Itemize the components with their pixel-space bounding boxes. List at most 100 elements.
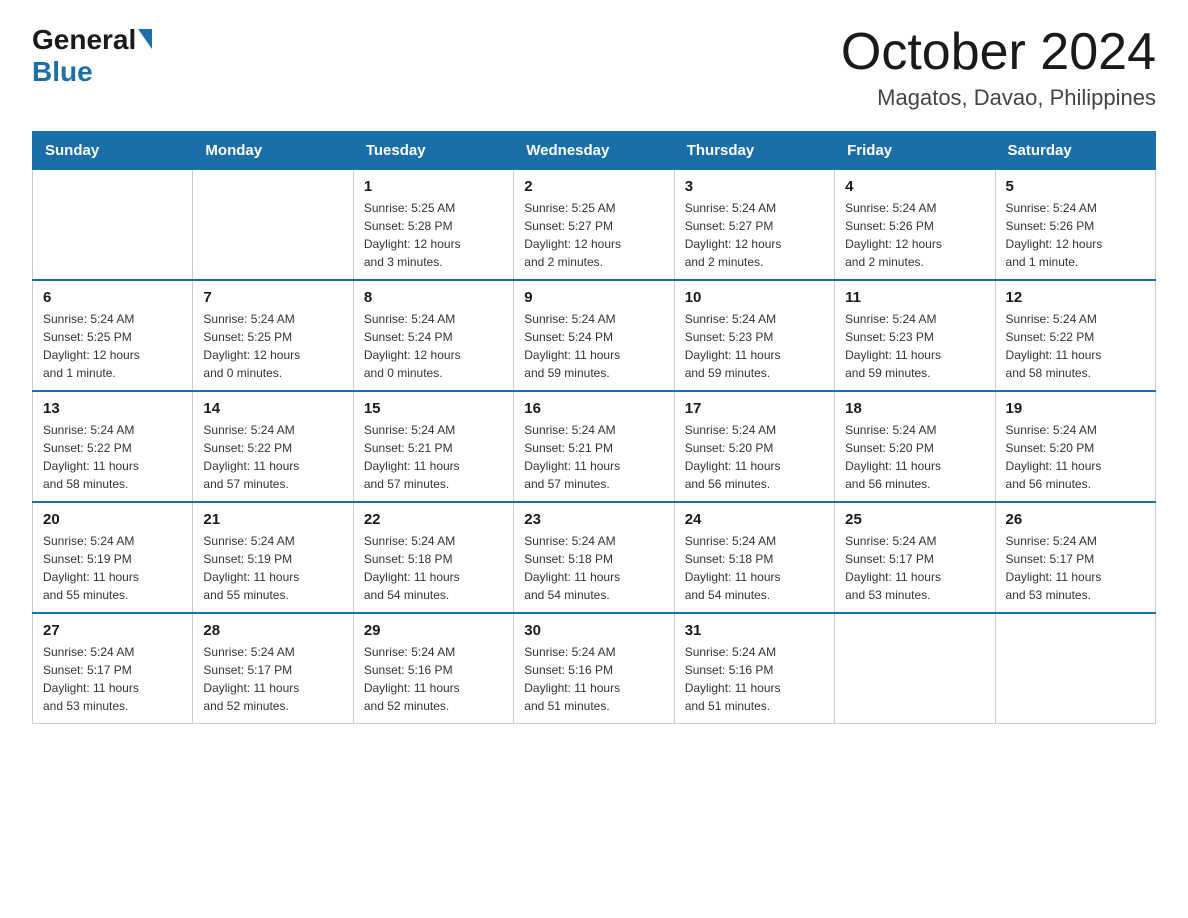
calendar-cell: 17Sunrise: 5:24 AM Sunset: 5:20 PM Dayli… bbox=[674, 391, 834, 502]
day-info: Sunrise: 5:24 AM Sunset: 5:16 PM Dayligh… bbox=[685, 643, 824, 715]
day-info: Sunrise: 5:24 AM Sunset: 5:17 PM Dayligh… bbox=[1006, 532, 1145, 604]
day-number: 9 bbox=[524, 289, 663, 306]
calendar-cell: 24 Sunrise: 5:24 AM Sunset: 5:18 PM Dayli… bbox=[674, 502, 834, 613]
logo-triangle-icon bbox=[138, 29, 152, 49]
day-info: Sunrise: 5:25 AM Sunset: 5:28 PM Dayligh… bbox=[364, 199, 503, 271]
day-info: Sunrise: 5:24 AM Sunset: 5:18 PM Dayligh… bbox=[364, 532, 503, 604]
day-number: 13 bbox=[43, 400, 182, 417]
day-number: 11 bbox=[845, 289, 984, 306]
day-info: Sunrise: 5:24 AM Sunset: 5:22 PM Dayligh… bbox=[43, 421, 182, 493]
day-info: Sunrise: 5:24 AM Sunset: 5:24 PM Dayligh… bbox=[364, 310, 503, 382]
calendar-cell: 3 Sunrise: 5:24 AM Sunset: 5:27 PM Daylig… bbox=[674, 170, 834, 281]
col-header-thursday: Thursday bbox=[674, 132, 834, 170]
calendar-cell: 23Sunrise: 5:24 AM Sunset: 5:18 PM Dayli… bbox=[514, 502, 674, 613]
day-number: 15 bbox=[364, 400, 503, 417]
calendar-cell: 5Sunrise: 5:24 AM Sunset: 5:26 PM Daylig… bbox=[995, 170, 1155, 281]
day-number: 8 bbox=[364, 289, 503, 306]
col-header-saturday: Saturday bbox=[995, 132, 1155, 170]
day-info: Sunrise: 5:24 AM Sunset: 5:22 PM Dayligh… bbox=[1006, 310, 1145, 382]
day-number: 24 bbox=[685, 511, 824, 528]
calendar-cell: 28 Sunrise: 5:24 AM Sunset: 5:17 PM Dayli… bbox=[193, 613, 353, 724]
day-number: 31 bbox=[685, 622, 824, 639]
calendar-week-row: 27 Sunrise: 5:24 AM Sunset: 5:17 PM Dayli… bbox=[33, 613, 1156, 724]
day-number: 12 bbox=[1006, 289, 1145, 306]
calendar-cell: 15Sunrise: 5:24 AM Sunset: 5:21 PM Dayli… bbox=[353, 391, 513, 502]
header: General Blue October 2024 Magatos, Davao… bbox=[32, 24, 1156, 111]
calendar-cell: 7 Sunrise: 5:24 AM Sunset: 5:25 PM Daylig… bbox=[193, 280, 353, 391]
logo: General Blue bbox=[32, 24, 152, 88]
day-number: 14 bbox=[203, 400, 342, 417]
day-number: 20 bbox=[43, 511, 182, 528]
day-info: Sunrise: 5:24 AM Sunset: 5:18 PM Dayligh… bbox=[685, 532, 824, 604]
calendar-cell: 16 Sunrise: 5:24 AM Sunset: 5:21 PM Dayli… bbox=[514, 391, 674, 502]
day-number: 26 bbox=[1006, 511, 1145, 528]
calendar-cell: 11 Sunrise: 5:24 AM Sunset: 5:23 PM Dayli… bbox=[835, 280, 995, 391]
calendar-cell: 29Sunrise: 5:24 AM Sunset: 5:16 PM Dayli… bbox=[353, 613, 513, 724]
calendar-header-row: SundayMondayTuesdayWednesdayThursdayFrid… bbox=[33, 132, 1156, 170]
day-number: 10 bbox=[685, 289, 824, 306]
day-number: 7 bbox=[203, 289, 342, 306]
day-info: Sunrise: 5:24 AM Sunset: 5:20 PM Dayligh… bbox=[685, 421, 824, 493]
calendar-cell: 26 Sunrise: 5:24 AM Sunset: 5:17 PM Dayli… bbox=[995, 502, 1155, 613]
col-header-wednesday: Wednesday bbox=[514, 132, 674, 170]
day-number: 18 bbox=[845, 400, 984, 417]
day-info: Sunrise: 5:24 AM Sunset: 5:21 PM Dayligh… bbox=[524, 421, 663, 493]
day-info: Sunrise: 5:25 AM Sunset: 5:27 PM Dayligh… bbox=[524, 199, 663, 271]
calendar-cell: 1 Sunrise: 5:25 AM Sunset: 5:28 PM Daylig… bbox=[353, 170, 513, 281]
calendar-cell: 22 Sunrise: 5:24 AM Sunset: 5:18 PM Dayli… bbox=[353, 502, 513, 613]
calendar-cell: 8 Sunrise: 5:24 AM Sunset: 5:24 PM Daylig… bbox=[353, 280, 513, 391]
day-number: 5 bbox=[1006, 178, 1145, 195]
day-number: 21 bbox=[203, 511, 342, 528]
calendar-cell: 31 Sunrise: 5:24 AM Sunset: 5:16 PM Dayli… bbox=[674, 613, 834, 724]
day-number: 25 bbox=[845, 511, 984, 528]
title-area: October 2024 Magatos, Davao, Philippines bbox=[841, 24, 1156, 111]
day-info: Sunrise: 5:24 AM Sunset: 5:19 PM Dayligh… bbox=[43, 532, 182, 604]
day-number: 2 bbox=[524, 178, 663, 195]
day-info: Sunrise: 5:24 AM Sunset: 5:27 PM Dayligh… bbox=[685, 199, 824, 271]
calendar-cell: 10 Sunrise: 5:24 AM Sunset: 5:23 PM Dayli… bbox=[674, 280, 834, 391]
calendar-cell: 20 Sunrise: 5:24 AM Sunset: 5:19 PM Dayli… bbox=[33, 502, 193, 613]
calendar-cell: 27 Sunrise: 5:24 AM Sunset: 5:17 PM Dayli… bbox=[33, 613, 193, 724]
calendar-cell: 12 Sunrise: 5:24 AM Sunset: 5:22 PM Dayli… bbox=[995, 280, 1155, 391]
day-info: Sunrise: 5:24 AM Sunset: 5:18 PM Dayligh… bbox=[524, 532, 663, 604]
day-number: 27 bbox=[43, 622, 182, 639]
calendar-week-row: 20 Sunrise: 5:24 AM Sunset: 5:19 PM Dayli… bbox=[33, 502, 1156, 613]
day-info: Sunrise: 5:24 AM Sunset: 5:16 PM Dayligh… bbox=[524, 643, 663, 715]
day-number: 3 bbox=[685, 178, 824, 195]
calendar-week-row: 13 Sunrise: 5:24 AM Sunset: 5:22 PM Dayli… bbox=[33, 391, 1156, 502]
day-number: 28 bbox=[203, 622, 342, 639]
day-info: Sunrise: 5:24 AM Sunset: 5:24 PM Dayligh… bbox=[524, 310, 663, 382]
calendar-cell bbox=[193, 170, 353, 281]
day-info: Sunrise: 5:24 AM Sunset: 5:20 PM Dayligh… bbox=[1006, 421, 1145, 493]
day-info: Sunrise: 5:24 AM Sunset: 5:17 PM Dayligh… bbox=[203, 643, 342, 715]
day-number: 16 bbox=[524, 400, 663, 417]
calendar-cell: 21Sunrise: 5:24 AM Sunset: 5:19 PM Dayli… bbox=[193, 502, 353, 613]
calendar-cell: 19Sunrise: 5:24 AM Sunset: 5:20 PM Dayli… bbox=[995, 391, 1155, 502]
main-title: October 2024 bbox=[841, 24, 1156, 81]
calendar-cell bbox=[995, 613, 1155, 724]
calendar-table: SundayMondayTuesdayWednesdayThursdayFrid… bbox=[32, 131, 1156, 724]
logo-general-text: General bbox=[32, 24, 136, 56]
logo-blue-text: Blue bbox=[32, 56, 93, 88]
col-header-tuesday: Tuesday bbox=[353, 132, 513, 170]
day-number: 22 bbox=[364, 511, 503, 528]
day-info: Sunrise: 5:24 AM Sunset: 5:20 PM Dayligh… bbox=[845, 421, 984, 493]
day-info: Sunrise: 5:24 AM Sunset: 5:23 PM Dayligh… bbox=[685, 310, 824, 382]
calendar-cell: 25Sunrise: 5:24 AM Sunset: 5:17 PM Dayli… bbox=[835, 502, 995, 613]
calendar-cell bbox=[33, 170, 193, 281]
calendar-cell: 9 Sunrise: 5:24 AM Sunset: 5:24 PM Daylig… bbox=[514, 280, 674, 391]
calendar-cell: 30 Sunrise: 5:24 AM Sunset: 5:16 PM Dayli… bbox=[514, 613, 674, 724]
day-number: 1 bbox=[364, 178, 503, 195]
day-number: 30 bbox=[524, 622, 663, 639]
day-info: Sunrise: 5:24 AM Sunset: 5:23 PM Dayligh… bbox=[845, 310, 984, 382]
day-info: Sunrise: 5:24 AM Sunset: 5:25 PM Dayligh… bbox=[203, 310, 342, 382]
day-number: 29 bbox=[364, 622, 503, 639]
subtitle: Magatos, Davao, Philippines bbox=[841, 85, 1156, 111]
col-header-friday: Friday bbox=[835, 132, 995, 170]
calendar-cell: 14 Sunrise: 5:24 AM Sunset: 5:22 PM Dayli… bbox=[193, 391, 353, 502]
day-info: Sunrise: 5:24 AM Sunset: 5:22 PM Dayligh… bbox=[203, 421, 342, 493]
day-info: Sunrise: 5:24 AM Sunset: 5:17 PM Dayligh… bbox=[43, 643, 182, 715]
calendar-cell: 18 Sunrise: 5:24 AM Sunset: 5:20 PM Dayli… bbox=[835, 391, 995, 502]
day-info: Sunrise: 5:24 AM Sunset: 5:26 PM Dayligh… bbox=[845, 199, 984, 271]
col-header-monday: Monday bbox=[193, 132, 353, 170]
